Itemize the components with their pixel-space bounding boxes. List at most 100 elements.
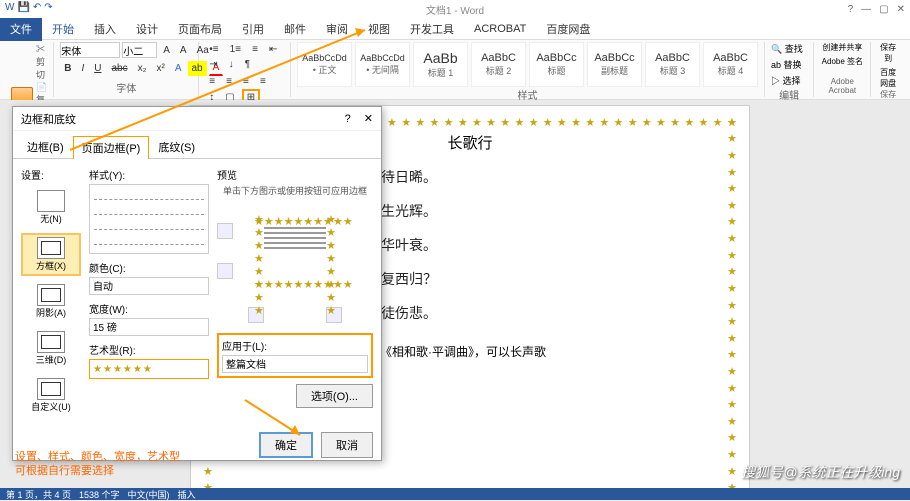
find-button[interactable]: 🔍 查找 bbox=[771, 42, 803, 55]
italic-button[interactable]: I bbox=[77, 61, 88, 76]
tab-design[interactable]: 设计 bbox=[126, 17, 168, 41]
strike-button[interactable]: abc bbox=[107, 61, 131, 76]
style-item[interactable]: AaBbC标题 4 bbox=[703, 42, 758, 87]
tab-insert[interactable]: 插入 bbox=[84, 17, 126, 41]
align-center[interactable]: ≡ bbox=[222, 74, 236, 89]
bold-button[interactable]: B bbox=[60, 61, 75, 76]
styles-gallery[interactable]: AaBbCcDd• 正文AaBbCcDd• 无间隔AaBb标题 1AaBbC标题… bbox=[297, 42, 758, 87]
tab-layout[interactable]: 页面布局 bbox=[168, 17, 232, 41]
tab-view[interactable]: 视图 bbox=[358, 17, 400, 41]
style-label: 样式(Y): bbox=[89, 167, 209, 182]
color-label: 颜色(C): bbox=[89, 260, 209, 275]
tab-review[interactable]: 审阅 bbox=[316, 17, 358, 41]
word-icon: W bbox=[5, 2, 14, 13]
cancel-button[interactable]: 取消 bbox=[321, 432, 373, 458]
preview-area: ★★★★★★★★★★★★★★★★★★★★ ★★★★★★★★★★★★★★★★ bbox=[250, 213, 340, 293]
tab-references[interactable]: 引用 bbox=[232, 17, 274, 41]
restore-icon[interactable]: ▢ bbox=[879, 4, 888, 15]
cut-button[interactable]: ✂ 剪切 bbox=[36, 42, 47, 81]
tab-borders[interactable]: 边框(B) bbox=[18, 135, 73, 158]
ribbon-tabs: 文件 开始 插入 设计 页面布局 引用 邮件 审阅 视图 开发工具 ACROBA… bbox=[0, 18, 910, 40]
acrobat-sign[interactable]: Adobe 签名 bbox=[822, 56, 863, 67]
indent-button[interactable]: ⇥ bbox=[205, 57, 221, 72]
width-label: 宽度(W): bbox=[89, 301, 209, 316]
style-item[interactable]: AaBb标题 1 bbox=[413, 42, 468, 87]
style-item[interactable]: AaBbCcDd• 无间隔 bbox=[355, 42, 410, 87]
subscript-button[interactable]: x₂ bbox=[134, 61, 151, 76]
status-bar: 第 1 页，共 4 页 1538 个字 中文(中国) 插入 bbox=[0, 488, 910, 500]
style-item[interactable]: AaBbCcDd• 正文 bbox=[297, 42, 352, 87]
align-justify[interactable]: ≡ bbox=[256, 74, 270, 89]
color-select[interactable]: 自动 bbox=[89, 277, 209, 295]
bullets-button[interactable]: •≡ bbox=[205, 42, 222, 57]
setting-shadow[interactable]: 阴影(A) bbox=[21, 280, 81, 323]
annotation-text: 设置、样式、颜色、宽度，艺术型 可根据自行需要选择 bbox=[15, 450, 180, 479]
setting-custom[interactable]: 自定义(U) bbox=[21, 374, 81, 417]
align-left[interactable]: ≡ bbox=[205, 74, 219, 89]
setting-none[interactable]: 无(N) bbox=[21, 186, 81, 229]
font-size[interactable] bbox=[122, 42, 157, 58]
settings-label: 设置: bbox=[21, 167, 81, 182]
status-lang[interactable]: 中文(中国) bbox=[128, 488, 170, 501]
border-top-btn[interactable] bbox=[217, 223, 233, 239]
tab-file[interactable]: 文件 bbox=[0, 17, 42, 41]
close-icon[interactable]: ✕ bbox=[897, 4, 905, 15]
underline-button[interactable]: U bbox=[90, 61, 105, 76]
preview-label: 预览 bbox=[217, 167, 373, 182]
status-words[interactable]: 1538 个字 bbox=[79, 488, 120, 501]
status-page[interactable]: 第 1 页，共 4 页 bbox=[6, 488, 71, 501]
minimize-icon[interactable]: — bbox=[861, 4, 871, 15]
document-canvas[interactable]: ★★★★★★★★★★★★★★★★★★★★★★★★★★★★★★★★★★★★★★★★… bbox=[0, 100, 910, 488]
apply-select[interactable]: 整篇文档 bbox=[222, 355, 368, 373]
grow-font[interactable]: A bbox=[159, 43, 174, 58]
setting-box[interactable]: 方框(X) bbox=[21, 233, 81, 276]
apply-label: 应用于(L): bbox=[222, 338, 368, 353]
align-right[interactable]: ≡ bbox=[239, 74, 253, 89]
save-cloud[interactable]: 保存到 bbox=[877, 42, 899, 64]
qat: W 💾 ↶ ↷ bbox=[0, 0, 58, 15]
art-label: 艺术型(R): bbox=[89, 342, 209, 357]
borders-dialog: 边框和底纹 ? ✕ 边框(B) 页面边框(P) 底纹(S) 设置: 无(N) 方… bbox=[12, 106, 382, 461]
style-item[interactable]: AaBbC标题 2 bbox=[471, 42, 526, 87]
art-select[interactable]: ★★★★★★ bbox=[89, 359, 209, 379]
numbering-button[interactable]: 1≡ bbox=[226, 42, 245, 57]
tab-acrobat[interactable]: ACROBAT bbox=[464, 19, 536, 39]
sort-button[interactable]: ↓ bbox=[225, 57, 238, 72]
group-font-label: 字体 bbox=[60, 80, 192, 97]
style-item[interactable]: AaBbCc标题 bbox=[529, 42, 584, 87]
setting-3d[interactable]: 三维(D) bbox=[21, 327, 81, 370]
font-name[interactable] bbox=[60, 42, 120, 58]
width-select[interactable]: 15 磅 bbox=[89, 318, 209, 336]
save-icon[interactable]: 💾 bbox=[17, 2, 29, 13]
acrobat-create[interactable]: 创建并共享 bbox=[822, 42, 862, 53]
style-item[interactable]: AaBbC标题 3 bbox=[645, 42, 700, 87]
style-list[interactable] bbox=[89, 184, 209, 254]
tab-developer[interactable]: 开发工具 bbox=[400, 17, 464, 41]
tab-page-border[interactable]: 页面边框(P) bbox=[73, 136, 150, 159]
help-icon[interactable]: ? bbox=[848, 4, 854, 15]
tab-shading[interactable]: 底纹(S) bbox=[149, 135, 204, 158]
dialog-close-icon[interactable]: ✕ bbox=[364, 113, 373, 125]
dialog-help-icon[interactable]: ? bbox=[345, 113, 351, 125]
dialog-title: 边框和底纹 bbox=[21, 111, 76, 127]
replace-button[interactable]: ab 替换 bbox=[771, 58, 802, 71]
window-title: 文档1 - Word bbox=[426, 2, 484, 17]
shrink-font[interactable]: A bbox=[176, 43, 191, 58]
ok-button[interactable]: 确定 bbox=[259, 432, 313, 458]
redo-icon[interactable]: ↷ bbox=[44, 2, 52, 13]
multilevel-button[interactable]: ≡ bbox=[248, 42, 262, 57]
effects-button[interactable]: A bbox=[171, 61, 186, 76]
undo-icon[interactable]: ↶ bbox=[33, 2, 41, 13]
show-marks-button[interactable]: ¶ bbox=[241, 57, 254, 72]
tab-baidu[interactable]: 百度网盘 bbox=[536, 17, 600, 41]
style-item[interactable]: AaBbCc副标题 bbox=[587, 42, 642, 87]
status-insert[interactable]: 插入 bbox=[178, 488, 196, 501]
tab-home[interactable]: 开始 bbox=[42, 17, 84, 41]
tab-mailings[interactable]: 邮件 bbox=[274, 17, 316, 41]
superscript-button[interactable]: x² bbox=[152, 61, 168, 76]
dedent-button[interactable]: ⇤ bbox=[265, 42, 281, 57]
select-button[interactable]: ▷ 选择 bbox=[771, 74, 801, 87]
border-bottom-btn[interactable] bbox=[217, 263, 233, 279]
preview-hint: 单击下方图示或使用按钮可应用边框 bbox=[217, 184, 373, 197]
options-button[interactable]: 选项(O)... bbox=[296, 384, 373, 408]
